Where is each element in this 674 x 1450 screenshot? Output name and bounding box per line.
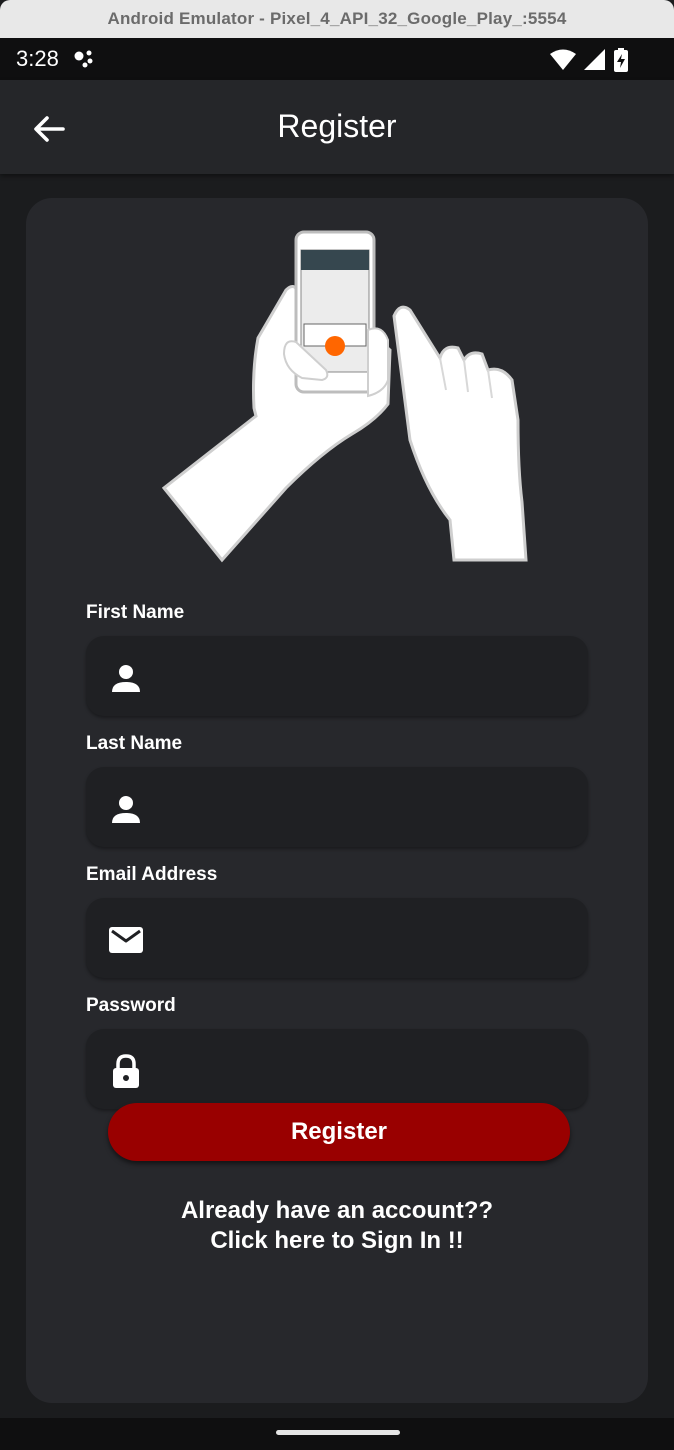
register-card: First Name Last Name Email Address Passw… xyxy=(26,198,648,1403)
lock-icon xyxy=(113,1054,139,1088)
wifi-icon xyxy=(550,49,576,70)
emulator-title: Android Emulator - Pixel_4_API_32_Google… xyxy=(107,9,567,28)
password-input[interactable] xyxy=(166,1029,568,1111)
email-input[interactable] xyxy=(166,898,568,980)
home-gesture-pill[interactable] xyxy=(276,1430,400,1435)
last-name-label: Last Name xyxy=(86,733,183,754)
navigation-bar xyxy=(0,1418,674,1450)
register-button[interactable]: Register xyxy=(108,1103,570,1161)
email-label: Email Address xyxy=(86,864,218,885)
status-icons xyxy=(550,48,628,72)
assistant-dots-icon xyxy=(74,50,93,68)
first-name-label: First Name xyxy=(86,602,185,623)
last-name-input[interactable] xyxy=(166,767,568,849)
last-name-field[interactable] xyxy=(86,767,588,849)
sign-in-line-2: Click here to Sign In !! xyxy=(210,1227,464,1254)
device-screen: 3:28 Register First Name Last Name Email… xyxy=(0,38,674,1450)
sign-in-link[interactable]: Already have an account?? Click here to … xyxy=(26,1196,648,1256)
page-title: Register xyxy=(277,108,397,144)
email-field[interactable] xyxy=(86,898,588,980)
password-label: Password xyxy=(86,995,176,1016)
app-bar: Register xyxy=(0,80,674,174)
status-time: 3:28 xyxy=(16,46,59,71)
hands-holding-phone-illustration xyxy=(162,230,528,563)
status-bar: 3:28 xyxy=(0,38,674,80)
person-icon xyxy=(112,796,140,823)
person-icon xyxy=(112,665,140,692)
battery-charging-icon xyxy=(614,48,628,72)
first-name-input[interactable] xyxy=(166,636,568,718)
signal-icon xyxy=(584,49,605,70)
password-field[interactable] xyxy=(86,1029,588,1111)
emulator-titlebar: Android Emulator - Pixel_4_API_32_Google… xyxy=(0,0,674,39)
mail-icon xyxy=(109,927,143,953)
first-name-field[interactable] xyxy=(86,636,588,718)
sign-in-line-1: Already have an account?? xyxy=(180,1197,494,1224)
